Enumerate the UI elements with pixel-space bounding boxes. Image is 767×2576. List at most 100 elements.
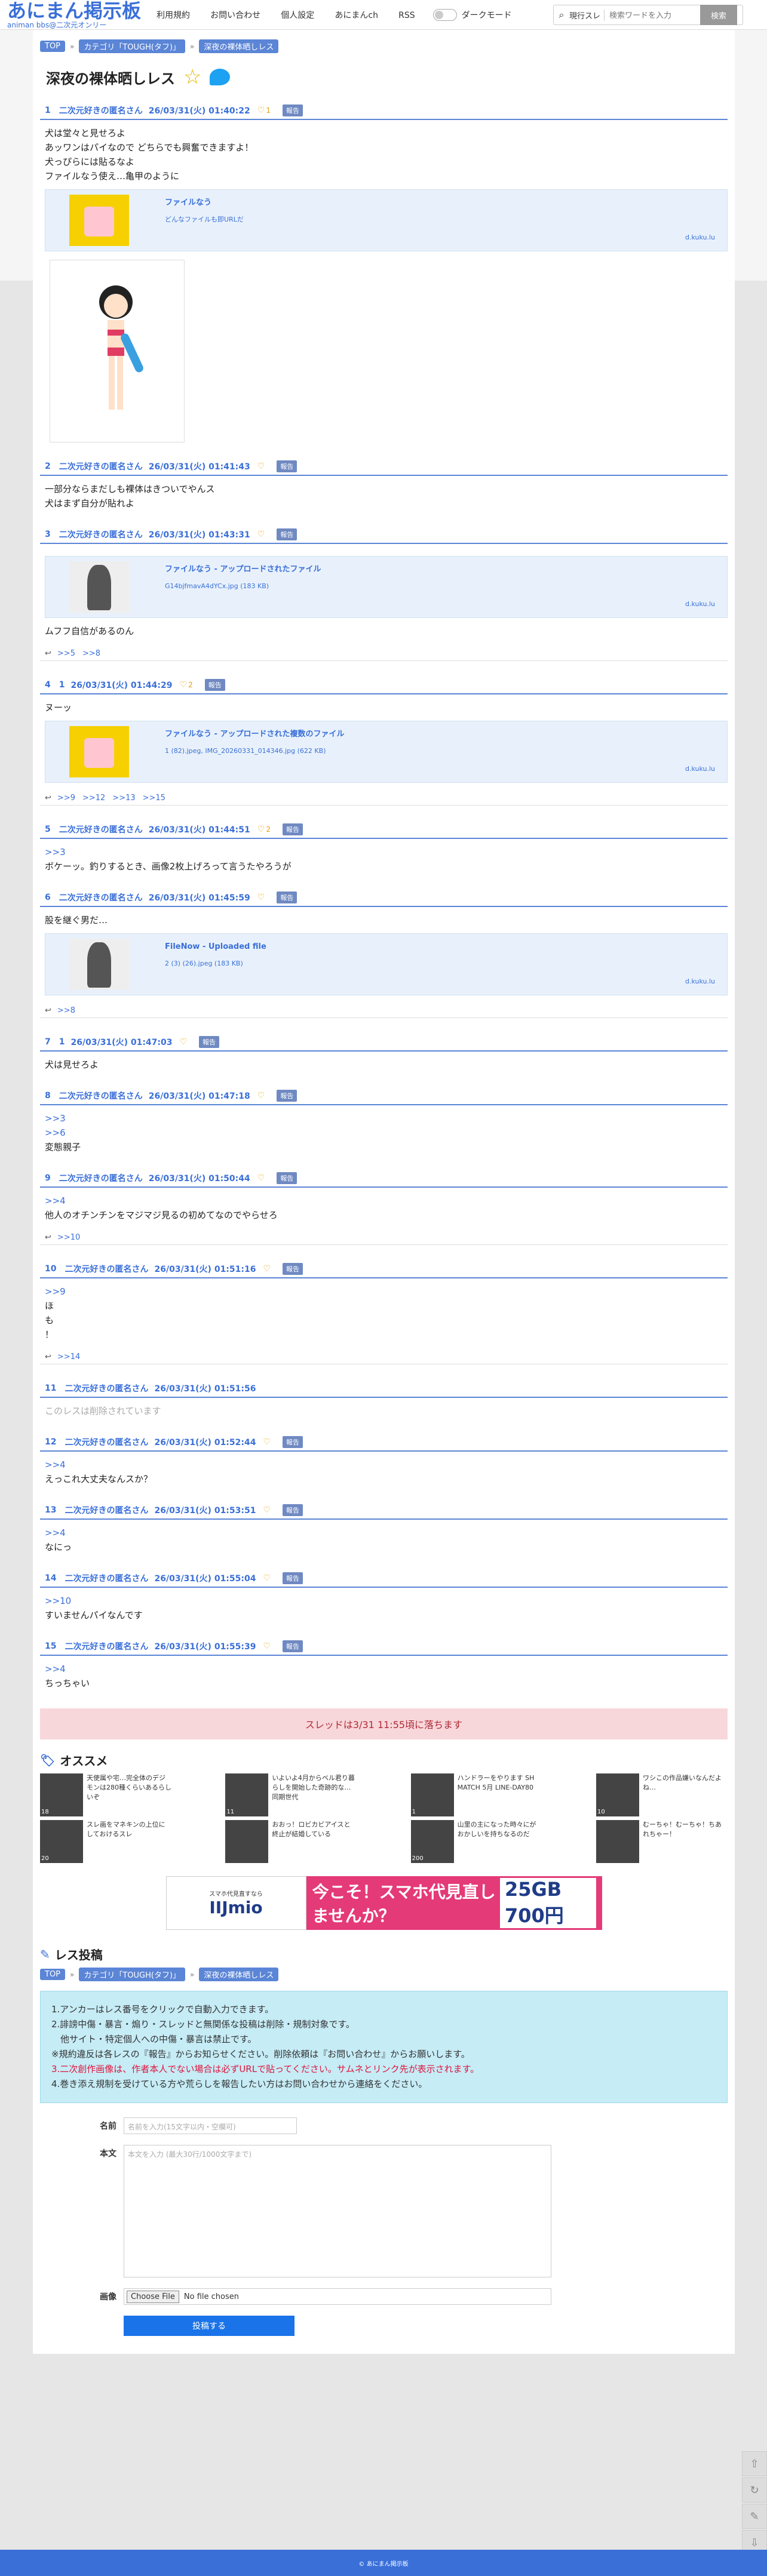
report-button[interactable]: 報告 [282, 104, 303, 116]
recommend-item[interactable]: 18 天使属や宅…完全体のデジモンは280種くらいあるらしいぞ [40, 1773, 171, 1816]
image-file-input[interactable]: Choose File No file chosen [124, 2288, 551, 2305]
report-button[interactable]: 報告 [282, 823, 303, 835]
recommend-item[interactable]: 11 いよいよ4月からベル君り暮らしを開始した奇跡的な…同期世代 [225, 1773, 357, 1816]
report-button[interactable]: 報告 [283, 1640, 303, 1652]
crumb-thread[interactable]: 深夜の裸体晒しレス [199, 1968, 279, 1981]
logo-text[interactable]: あにまん掲示板 [7, 1, 141, 20]
heart-icon[interactable]: ♡ [263, 1505, 271, 1515]
heart-icon[interactable]: ♡ 2 [180, 680, 193, 690]
post-number[interactable]: 5 [45, 825, 51, 834]
post-number[interactable]: 11 [45, 1384, 56, 1393]
report-button[interactable]: 報告 [277, 892, 297, 903]
report-button[interactable]: 報告 [277, 1172, 297, 1184]
recommend-item[interactable]: 10 ワシこの作品嫌いなんだよね… [596, 1773, 728, 1816]
recommend-item[interactable]: 1 ハンドラーをやります SH MATCH 5月 LINE-DAY80 [410, 1773, 542, 1816]
heart-icon[interactable]: ♡ [263, 1573, 271, 1583]
nav-rss[interactable]: RSS [398, 11, 415, 20]
name-field[interactable]: 名前を入力(15文字以内・空欄可) [124, 2117, 297, 2134]
crumb-category[interactable]: カテゴリ「TOUGH(タフ)」 [79, 39, 186, 53]
crumb-thread[interactable]: 深夜の裸体晒しレス [199, 39, 279, 53]
nav-contact[interactable]: お問い合わせ [210, 11, 260, 20]
report-button[interactable]: 報告 [199, 1036, 220, 1048]
post-number[interactable]: 3 [45, 530, 51, 539]
post-number[interactable]: 10 [45, 1264, 56, 1274]
heart-icon[interactable]: ♡ [257, 530, 265, 539]
anchor-link[interactable]: >>4 [45, 1526, 728, 1540]
nav-terms[interactable]: 利用規約 [157, 11, 190, 20]
anchor-link[interactable]: >>4 [45, 1194, 728, 1208]
link-card-title[interactable]: FileNow - Uploaded file [165, 940, 727, 954]
search-button[interactable]: 検索 [700, 5, 738, 25]
link-card[interactable]: ファイルなう - アップロードされた複数のファイル 1 (82).jpeg, IM… [45, 721, 728, 783]
recommend-item[interactable]: 200 山里の主になった時々にがおかしいを持ちなるのだ [410, 1820, 542, 1863]
heart-icon[interactable]: ♡ 2 [257, 825, 271, 834]
reload-icon[interactable]: ↻ [742, 2477, 767, 2503]
choose-file-button[interactable]: Choose File [127, 2290, 179, 2303]
heart-icon[interactable]: ♡ [257, 462, 265, 471]
post-number[interactable]: 12 [45, 1437, 56, 1447]
dark-mode-switch[interactable]: ダークモード [432, 8, 512, 21]
attached-image[interactable] [50, 260, 185, 442]
post-number[interactable]: 9 [45, 1173, 51, 1183]
link-card-title[interactable]: ファイルなう - アップロードされた複数のファイル [165, 727, 727, 742]
recommend-item[interactable]: 20 スレ画をマネキンの上位にしておけるスレ [40, 1820, 171, 1863]
nav-animanch[interactable]: あにまんch [335, 11, 378, 20]
post-number[interactable]: 13 [45, 1505, 56, 1515]
dark-mode-toggle[interactable] [432, 8, 457, 21]
reply-link[interactable]: >>9 [57, 794, 75, 803]
twitter-share-icon[interactable] [210, 69, 231, 85]
report-button[interactable]: 報告 [277, 1090, 297, 1102]
heart-icon[interactable]: ♡ [257, 893, 265, 902]
link-card[interactable]: ファイルなう どんなファイルも即URLだ d.kuku.lu [45, 189, 728, 251]
post-number[interactable]: 14 [45, 1573, 56, 1583]
post-number[interactable]: 15 [45, 1641, 56, 1651]
anchor-link[interactable]: >>3 [45, 1111, 728, 1126]
crumb-top[interactable]: TOP [40, 41, 66, 52]
anchor-link[interactable]: >>3 [45, 845, 728, 859]
body-textarea[interactable]: 本文を入力 (最大30行/1000文字まで) [124, 2145, 551, 2277]
ad-banner[interactable]: スマホ代見直すなら IIJmio 今こそ！スマホ代見直しませんか？ 25GB 700… [165, 1876, 602, 1930]
report-button[interactable]: 報告 [204, 679, 225, 691]
link-card[interactable]: ファイルなう - アップロードされたファイル G14bjfmavA4dYCx.jp… [45, 556, 728, 618]
search-input[interactable] [605, 10, 701, 20]
reply-link[interactable]: >>8 [57, 1006, 75, 1015]
post-number[interactable]: 8 [45, 1091, 51, 1101]
link-card-title[interactable]: ファイルなう - アップロードされたファイル [165, 562, 727, 577]
heart-icon[interactable]: ♡ [263, 1437, 271, 1447]
post-number[interactable]: 1 [45, 106, 51, 115]
submit-post-button[interactable]: 投稿する [124, 2316, 294, 2336]
report-button[interactable]: 報告 [283, 1436, 303, 1448]
reply-link[interactable]: >>14 [57, 1352, 80, 1361]
reply-link[interactable]: >>13 [112, 794, 135, 803]
heart-icon[interactable]: ♡ 1 [257, 106, 271, 115]
report-button[interactable]: 報告 [277, 460, 297, 472]
report-button[interactable]: 報告 [283, 1572, 303, 1584]
heart-icon[interactable]: ♡ [180, 1037, 188, 1047]
crumb-top[interactable]: TOP [40, 1969, 66, 1980]
anchor-link[interactable]: >>4 [45, 1458, 728, 1472]
recommend-item[interactable]: おおっ！ロビカビアイスと終止が結婚している [225, 1820, 357, 1863]
heart-icon[interactable]: ♡ [263, 1641, 271, 1651]
crumb-category[interactable]: カテゴリ「TOUGH(タフ)」 [79, 1968, 186, 1981]
report-button[interactable]: 報告 [277, 528, 297, 540]
reply-link[interactable]: >>5 [57, 649, 75, 658]
anchor-link[interactable]: >>4 [45, 1662, 728, 1676]
link-card-title[interactable]: ファイルなう [165, 196, 727, 210]
heart-icon[interactable]: ♡ [257, 1173, 265, 1183]
reply-link[interactable]: >>15 [143, 794, 165, 803]
reply-link[interactable]: >>10 [57, 1233, 80, 1242]
post-number[interactable]: 7 [45, 1037, 51, 1047]
write-icon[interactable]: ✎ [742, 2504, 767, 2529]
post-number[interactable]: 4 [45, 680, 51, 690]
recommend-item[interactable]: むーちゃ！むーちゃ！ちあれちゃー！ [596, 1820, 728, 1863]
anchor-link[interactable]: >>6 [45, 1126, 728, 1140]
favorite-star-icon[interactable]: ☆ [183, 65, 201, 89]
anchor-link[interactable]: >>9 [45, 1284, 728, 1299]
heart-icon[interactable]: ♡ [257, 1091, 265, 1101]
anchor-link[interactable]: >>10 [45, 1594, 728, 1608]
site-logo[interactable]: あにまん掲示板 animan bbs@二次元オンリー [7, 1, 141, 29]
scroll-top-icon[interactable]: ⇧ [742, 2451, 767, 2476]
report-button[interactable]: 報告 [283, 1504, 303, 1516]
link-card[interactable]: FileNow - Uploaded file 2 (3) (26).jpeg (… [45, 933, 728, 995]
nav-settings[interactable]: 個人設定 [281, 11, 314, 20]
